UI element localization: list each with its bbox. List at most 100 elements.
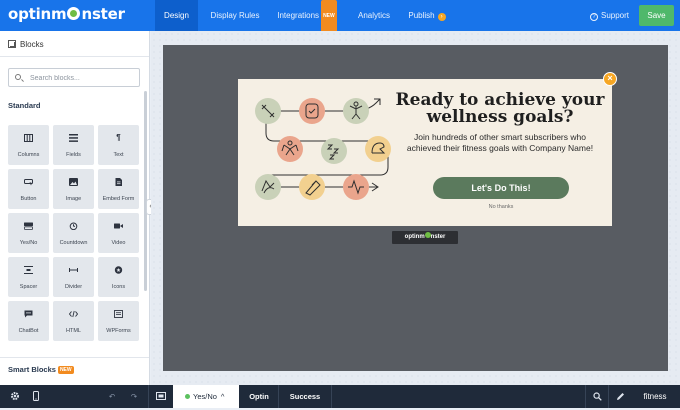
- block-label: Button: [20, 196, 37, 202]
- block-columns[interactable]: Columns: [8, 125, 49, 165]
- fields-icon: [69, 134, 78, 142]
- divider: [148, 385, 149, 408]
- undo-button[interactable]: ↶: [105, 385, 119, 408]
- block-spacer[interactable]: Spacer: [8, 257, 49, 297]
- block-label: ChatBot: [18, 328, 39, 334]
- search-icon: [15, 74, 21, 80]
- block-label: HTML: [66, 328, 81, 334]
- help-icon: ?: [590, 13, 598, 21]
- chatbot-icon: [24, 310, 33, 318]
- block-label: WPForms: [106, 328, 131, 334]
- sidebar-scrollbar[interactable]: [144, 91, 147, 291]
- block-label: Spacer: [19, 284, 38, 290]
- block-yes-no[interactable]: Yes/No: [8, 213, 49, 253]
- divider: [585, 385, 586, 408]
- spacer-icon: [24, 266, 33, 274]
- new-badge: NEW: [321, 0, 337, 33]
- block-html[interactable]: HTML: [53, 301, 94, 341]
- sidebar-header: Blocks: [0, 31, 149, 57]
- block-label: Yes/No: [19, 240, 38, 246]
- view-success[interactable]: Success: [279, 385, 331, 408]
- section-title-standard: Standard: [8, 101, 41, 110]
- support-link[interactable]: ? Support: [590, 11, 629, 21]
- block-label: Countdown: [59, 240, 88, 246]
- gear-icon: [11, 392, 19, 400]
- powered-by-badge[interactable]: optinm nster: [392, 231, 458, 244]
- block-label: Image: [65, 196, 82, 202]
- block-chatbot[interactable]: ChatBot: [8, 301, 49, 341]
- block-label: Embed Form: [102, 196, 135, 202]
- wellness-illustration: [255, 98, 391, 200]
- block-label: Fields: [66, 152, 81, 158]
- image-icon: [69, 178, 78, 186]
- mobile-preview-button[interactable]: [28, 385, 44, 408]
- html-icon: [69, 310, 78, 318]
- block-image[interactable]: Image: [53, 169, 94, 209]
- view-toggle-button[interactable]: [152, 385, 170, 408]
- block-label: Columns: [17, 152, 40, 158]
- search-input[interactable]: [30, 72, 135, 84]
- block-text[interactable]: ¶ Text: [98, 125, 139, 165]
- wpforms-icon: [114, 310, 123, 318]
- divider: [331, 385, 332, 408]
- block-label: Divider: [64, 284, 83, 290]
- popup-subtext[interactable]: Join hundreds of other smart subscribers…: [400, 132, 600, 154]
- block-embed-form[interactable]: Embed Form: [98, 169, 139, 209]
- icons-icon: [114, 266, 123, 274]
- close-icon: ×: [607, 73, 613, 83]
- undo-icon: ↶: [108, 392, 116, 401]
- settings-button[interactable]: [4, 385, 26, 408]
- blocks-icon: [8, 40, 16, 48]
- rename-button[interactable]: [612, 385, 628, 408]
- block-label: Text: [113, 152, 124, 158]
- top-bar: optinm nster Design Display Rules Integra…: [0, 0, 680, 33]
- close-popup-button[interactable]: ×: [603, 72, 617, 86]
- block-icons[interactable]: Icons: [98, 257, 139, 297]
- redo-button[interactable]: ↷: [127, 385, 141, 408]
- publish-status-icon: ›: [437, 13, 446, 21]
- block-countdown[interactable]: Countdown: [53, 213, 94, 253]
- pencil-icon: [616, 393, 624, 400]
- tab-analytics[interactable]: Analytics: [350, 0, 398, 31]
- optinmonster-logo[interactable]: optinm nster: [8, 5, 125, 23]
- tab-display-rules[interactable]: Display Rules: [206, 0, 264, 31]
- cta-button[interactable]: Let's Do This!: [433, 177, 569, 199]
- tab-design[interactable]: Design: [155, 0, 198, 31]
- view-optin[interactable]: Optin: [240, 385, 278, 408]
- block-wpforms[interactable]: WPForms: [98, 301, 139, 341]
- block-divider[interactable]: Divider: [53, 257, 94, 297]
- sidebar-title: Blocks: [20, 40, 44, 49]
- countdown-icon: [69, 222, 78, 230]
- tab-integrations[interactable]: Integrations NEW: [272, 0, 342, 33]
- embed-form-icon: [115, 178, 122, 186]
- divider-icon: [69, 268, 78, 272]
- tab-publish[interactable]: Publish ›: [404, 0, 450, 31]
- block-label: Icons: [111, 284, 126, 290]
- redo-icon: ↷: [130, 392, 138, 401]
- campaign-name[interactable]: fitness: [632, 385, 678, 408]
- video-icon: [114, 223, 123, 229]
- yes-no-icon: [24, 222, 33, 230]
- blocks-sidebar: Blocks Standard Columns Fields ¶ Text Bu…: [0, 31, 150, 385]
- bottom-bar: ↶ ↷ Yes/No ^ Optin Success fitness: [0, 385, 680, 408]
- view-yes-no[interactable]: Yes/No ^: [173, 385, 239, 408]
- new-badge: NEW: [57, 366, 74, 374]
- save-button[interactable]: Save: [639, 5, 674, 26]
- mobile-icon: [33, 391, 39, 401]
- popup-headline[interactable]: Ready to achieve your wellness goals?: [392, 92, 608, 126]
- columns-icon: [24, 134, 33, 142]
- section-title-smart-blocks: Smart Blocks NEW: [8, 365, 74, 374]
- block-label: Video: [111, 240, 126, 246]
- layout-icon: [156, 392, 166, 400]
- text-icon: ¶: [116, 133, 121, 142]
- search-box: [8, 68, 140, 87]
- button-icon: [24, 179, 33, 186]
- block-fields[interactable]: Fields: [53, 125, 94, 165]
- divider: [608, 385, 609, 408]
- no-thanks-link[interactable]: No thanks: [480, 204, 522, 210]
- section-divider: [0, 357, 149, 358]
- block-button[interactable]: Button: [8, 169, 49, 209]
- monster-eye-icon: [67, 7, 81, 20]
- block-video[interactable]: Video: [98, 213, 139, 253]
- zoom-button[interactable]: [588, 385, 606, 408]
